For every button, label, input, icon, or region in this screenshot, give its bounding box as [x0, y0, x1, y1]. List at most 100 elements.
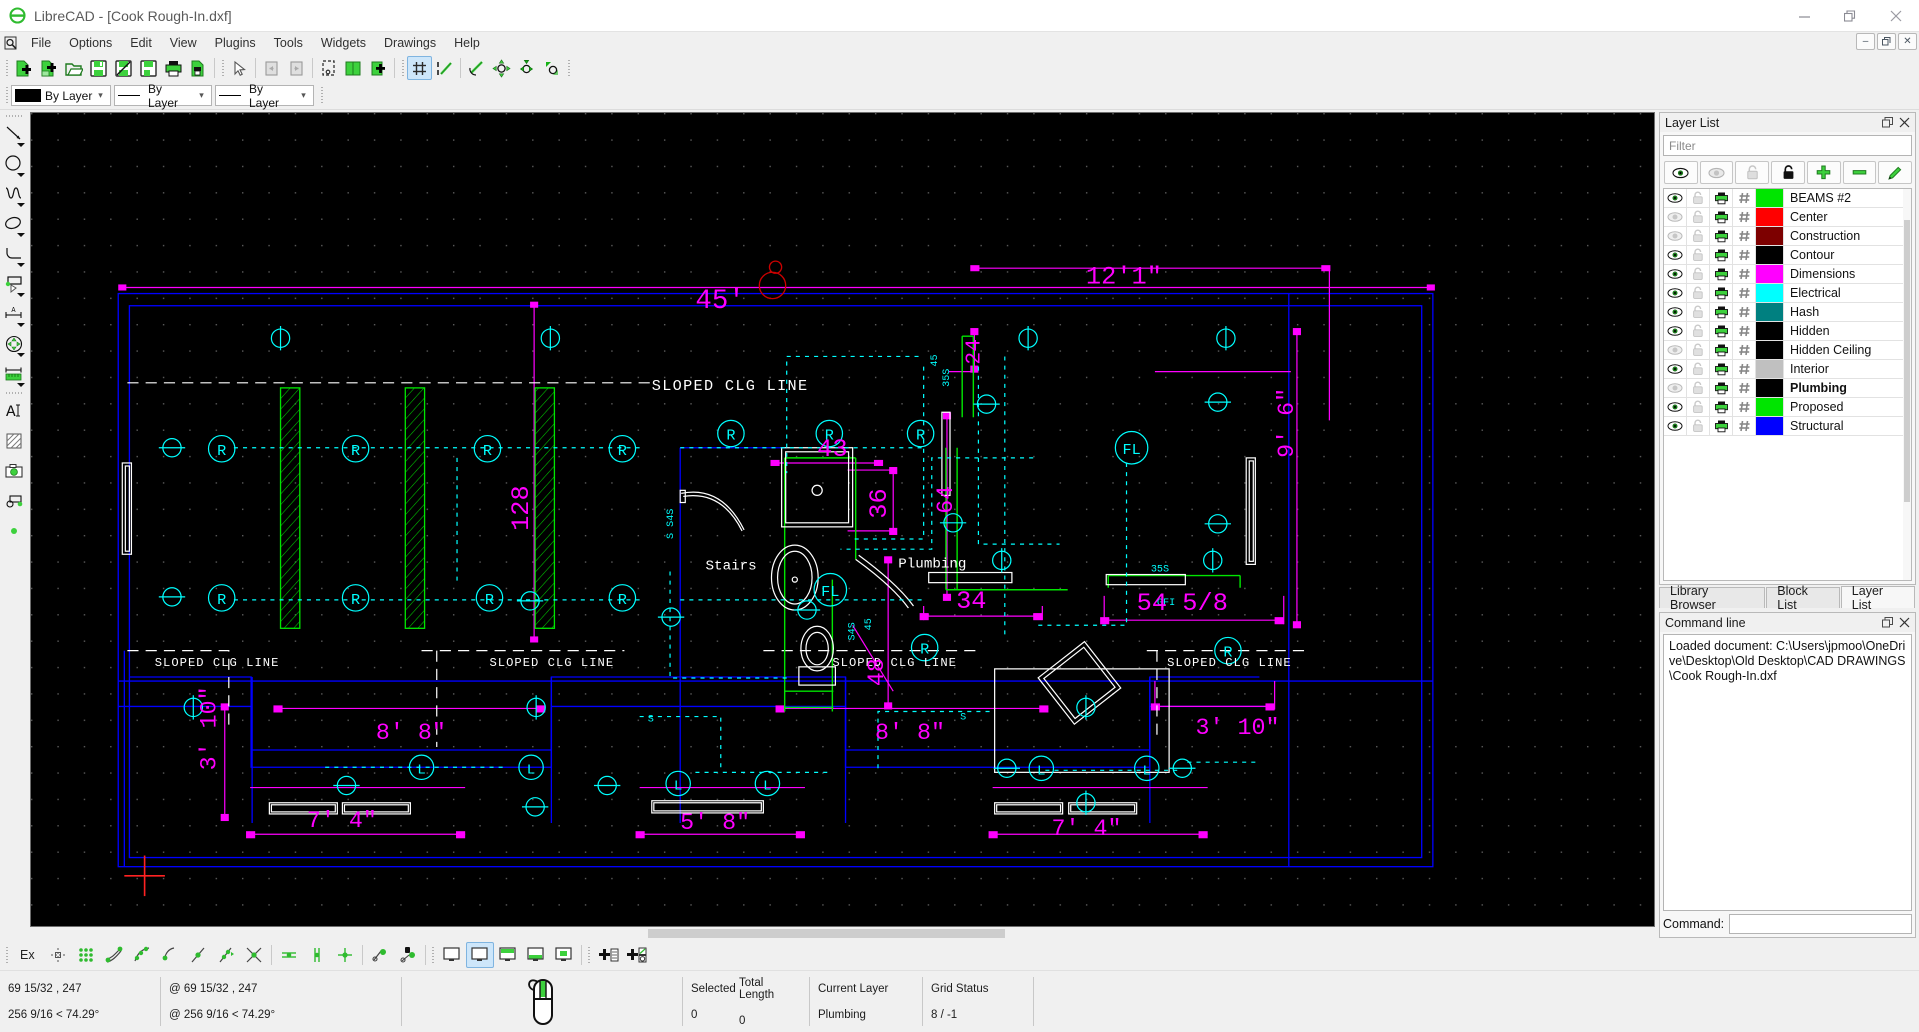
snap-middle-icon[interactable] [184, 942, 212, 968]
info-measure-icon[interactable] [1, 359, 27, 389]
lock-open-icon[interactable] [1687, 283, 1710, 303]
edit-layer-button[interactable] [1878, 161, 1913, 184]
pen-color-combo[interactable]: By Layer ▾ [11, 85, 111, 106]
lock-open-icon[interactable] [1687, 416, 1710, 436]
scroll-track[interactable] [30, 928, 1655, 939]
snap-center-icon[interactable] [156, 942, 184, 968]
lock-open-icon[interactable] [1687, 378, 1710, 398]
layer-color-swatch[interactable] [1756, 265, 1784, 283]
snap-grid-icon[interactable] [72, 942, 100, 968]
zoom-out-icon[interactable] [514, 56, 539, 80]
command-line-close-button[interactable] [1896, 614, 1913, 631]
restrict-vertical-icon[interactable] [303, 942, 331, 968]
snap-free-icon[interactable] [44, 942, 72, 968]
pen-width-combo[interactable]: By Layer ▾ [114, 82, 212, 110]
menu-item-file[interactable]: File [22, 32, 60, 54]
menu-item-view[interactable]: View [161, 32, 206, 54]
bottom-toolbar-grip-2[interactable] [430, 944, 437, 966]
snap-intersection-icon[interactable] [240, 942, 268, 968]
save-all-icon[interactable] [136, 56, 161, 80]
penbar-grip-2[interactable] [318, 85, 325, 107]
layer-color-swatch[interactable] [1756, 246, 1784, 264]
cut-icon[interactable] [316, 56, 341, 80]
layer-row[interactable]: BEAMS #2 [1664, 189, 1911, 208]
command-line-float-button[interactable] [1879, 614, 1896, 631]
document-system-menu-icon[interactable] [0, 36, 22, 51]
layer-color-swatch[interactable] [1756, 227, 1784, 245]
printer-icon[interactable] [1710, 321, 1733, 341]
penbar-grip[interactable] [3, 85, 10, 107]
add-block-quick-icon[interactable] [622, 942, 650, 968]
construction-hash-icon[interactable] [1733, 245, 1756, 265]
add-layer-button[interactable] [1806, 161, 1841, 184]
layer-row[interactable]: Center [1664, 207, 1911, 227]
zoom-auto-icon[interactable] [539, 56, 564, 80]
eye-closed-icon[interactable] [1664, 378, 1687, 398]
eye-open-icon[interactable] [1664, 397, 1687, 417]
lock-all-layers-button[interactable] [1771, 161, 1805, 184]
ellipse-tool-icon[interactable] [1, 209, 27, 239]
new-file-icon[interactable] [11, 56, 36, 80]
printer-icon[interactable] [1710, 359, 1733, 379]
modify-tool-icon[interactable] [1, 329, 27, 359]
construction-hash-icon[interactable] [1733, 378, 1756, 398]
layer-list-scroll-thumb[interactable] [1904, 220, 1910, 502]
eye-open-icon[interactable] [1664, 245, 1687, 265]
tab-layer-list[interactable]: Layer List [1840, 584, 1915, 612]
printer-icon[interactable] [1710, 226, 1733, 246]
print-preview-icon[interactable] [186, 56, 211, 80]
menu-item-options[interactable]: Options [60, 32, 121, 54]
lock-relative-zero-icon[interactable] [394, 942, 422, 968]
layer-color-swatch[interactable] [1756, 379, 1784, 397]
printer-icon[interactable] [1710, 416, 1733, 436]
toolbar-toggle-icon[interactable] [494, 942, 522, 968]
printer-icon[interactable] [1710, 397, 1733, 417]
mdi-close-button[interactable]: ✕ [1898, 33, 1917, 50]
redo-icon[interactable] [284, 56, 309, 80]
printer-icon[interactable] [1710, 378, 1733, 398]
layer-name[interactable]: Hash [1784, 305, 1911, 319]
statusbar-toggle-icon[interactable] [465, 942, 494, 968]
menu-item-plugins[interactable]: Plugins [206, 32, 265, 54]
lock-open-icon[interactable] [1687, 359, 1710, 379]
lock-open-icon[interactable] [1687, 226, 1710, 246]
lock-open-icon[interactable] [1687, 302, 1710, 322]
hatch-tool-icon[interactable] [1, 426, 27, 456]
construction-hash-icon[interactable] [1733, 340, 1756, 360]
construction-hash-icon[interactable] [1733, 302, 1756, 322]
lock-open-icon[interactable] [1687, 321, 1710, 341]
close-button[interactable] [1873, 0, 1919, 32]
lock-open-icon[interactable] [1687, 397, 1710, 417]
layer-list-float-button[interactable] [1879, 114, 1896, 131]
text-tool-icon[interactable]: A [1, 396, 27, 426]
eye-closed-icon[interactable] [1664, 207, 1687, 227]
block-tool-icon[interactable] [1, 486, 27, 516]
polyline-tool-icon[interactable] [1, 269, 27, 299]
circle-tool-icon[interactable] [1, 149, 27, 179]
lock-open-icon[interactable] [1687, 189, 1710, 208]
menu-item-widgets[interactable]: Widgets [312, 32, 375, 54]
layer-color-swatch[interactable] [1756, 189, 1784, 207]
line-tool-icon[interactable] [1, 119, 27, 149]
printer-icon[interactable] [1710, 189, 1733, 208]
lock-open-icon[interactable] [1687, 264, 1710, 284]
point-tool-icon[interactable] [1, 516, 27, 546]
construction-hash-icon[interactable] [1733, 321, 1756, 341]
snap-endpoint-icon[interactable] [100, 942, 128, 968]
layer-color-swatch[interactable] [1756, 322, 1784, 340]
draw-order-icon[interactable] [432, 56, 457, 80]
construction-hash-icon[interactable] [1733, 226, 1756, 246]
printer-icon[interactable] [1710, 340, 1733, 360]
save-as-icon[interactable] [111, 56, 136, 80]
layer-row[interactable]: Proposed [1664, 397, 1911, 417]
layer-row[interactable]: Hidden Ceiling [1664, 340, 1911, 360]
eye-open-icon[interactable] [1664, 283, 1687, 303]
layer-name[interactable]: Structural [1784, 419, 1911, 433]
construction-hash-icon[interactable] [1733, 189, 1756, 208]
paste-icon[interactable] [366, 56, 391, 80]
snap-distance-icon[interactable] [212, 942, 240, 968]
layer-color-swatch[interactable] [1756, 417, 1784, 435]
layer-row[interactable]: Contour [1664, 245, 1911, 265]
pen-linetype-combo[interactable]: By Layer ▾ [215, 82, 314, 110]
eye-open-icon[interactable] [1664, 302, 1687, 322]
